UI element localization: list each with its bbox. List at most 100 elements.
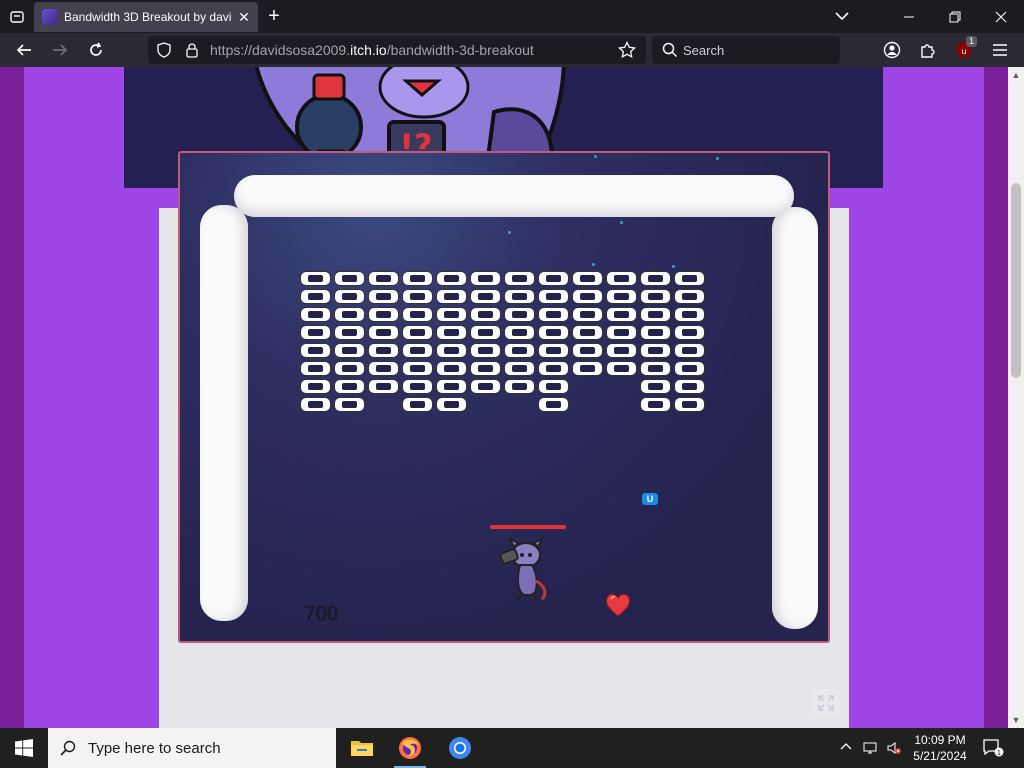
top-wall [234, 175, 794, 217]
fullscreen-expand-icon[interactable] [812, 689, 840, 717]
brick [368, 307, 399, 322]
brick [470, 289, 501, 304]
brick [674, 325, 705, 340]
account-icon[interactable] [880, 38, 904, 62]
search-icon [662, 42, 678, 58]
brick [436, 271, 467, 286]
list-all-tabs-icon[interactable] [6, 6, 28, 28]
background-star [716, 157, 719, 160]
url-text: https://davidsosa2009.itch.io/bandwidth-… [210, 42, 534, 58]
brick [640, 361, 671, 376]
page-scrollbar[interactable]: ▲ ▼ [1008, 67, 1024, 728]
tab-active[interactable]: Bandwidth 3D Breakout by david ✕ [34, 2, 258, 32]
brick [334, 397, 365, 412]
brick [504, 361, 535, 376]
brick [674, 397, 705, 412]
lock-icon[interactable] [184, 42, 200, 58]
show-hidden-icons-chevron-icon[interactable] [838, 740, 854, 756]
game-canvas[interactable]: U 700 [178, 151, 830, 643]
brick [538, 379, 569, 394]
brick [470, 325, 501, 340]
brick [640, 271, 671, 286]
brick [300, 361, 331, 376]
brick [504, 343, 535, 358]
right-wall [772, 207, 818, 629]
brick [470, 343, 501, 358]
extensions-puzzle-icon[interactable] [916, 38, 940, 62]
brick [368, 271, 399, 286]
brick [402, 397, 433, 412]
left-wall [200, 205, 248, 621]
brick [572, 343, 603, 358]
search-bar[interactable]: Search [652, 36, 840, 64]
brick [572, 289, 603, 304]
brick [436, 379, 467, 394]
brick [640, 307, 671, 322]
brick [334, 343, 365, 358]
chevron-down-icon[interactable] [832, 6, 852, 26]
scrollbar-thumb[interactable] [1011, 183, 1021, 378]
volume-muted-icon[interactable] [886, 740, 902, 756]
bookmark-star-icon[interactable] [618, 40, 636, 59]
windows-start-icon[interactable] [0, 728, 48, 768]
brick [504, 325, 535, 340]
brick [300, 307, 331, 322]
file-explorer-icon[interactable] [338, 728, 386, 768]
brick [300, 289, 331, 304]
system-clock[interactable]: 10:09 PM 5/21/2024 [906, 732, 974, 764]
brick [368, 361, 399, 376]
minimize-icon[interactable] [886, 0, 932, 33]
brick [334, 271, 365, 286]
brick [368, 379, 399, 394]
brick [334, 325, 365, 340]
firefox-taskbar-icon[interactable] [386, 728, 434, 768]
close-tab-icon[interactable]: ✕ [236, 9, 252, 26]
brick [538, 325, 569, 340]
brick [300, 343, 331, 358]
tracking-protection-shield-icon[interactable] [156, 42, 172, 58]
svg-text:1: 1 [997, 749, 1001, 757]
reload-icon[interactable] [84, 38, 108, 62]
new-tab-icon[interactable]: + [262, 4, 286, 28]
close-window-icon[interactable] [978, 0, 1024, 33]
brick [436, 325, 467, 340]
hamburger-menu-icon[interactable] [988, 38, 1012, 62]
forward-arrow-icon[interactable] [48, 38, 72, 62]
brick [504, 271, 535, 286]
brick [334, 379, 365, 394]
scroll-up-arrow-icon[interactable]: ▲ [1008, 67, 1024, 83]
brick [504, 307, 535, 322]
brick [674, 307, 705, 322]
restore-icon[interactable] [932, 0, 978, 33]
ublock-origin-icon[interactable]: u 1 [952, 36, 978, 62]
brick [504, 289, 535, 304]
url-prefix: https://davidsosa2009. [210, 42, 351, 58]
brick [402, 361, 433, 376]
url-domain: itch.io [350, 42, 387, 58]
brick [436, 289, 467, 304]
heart-life-icon [605, 593, 631, 617]
brick [470, 307, 501, 322]
brick [538, 289, 569, 304]
background-star [672, 265, 675, 268]
brick [504, 379, 535, 394]
brick [470, 271, 501, 286]
taskbar-search-box[interactable]: Type here to search [48, 728, 336, 768]
network-icon[interactable] [862, 740, 878, 756]
score-display: 700 [304, 601, 339, 626]
brick [402, 343, 433, 358]
brick [402, 379, 433, 394]
brick [640, 325, 671, 340]
chrome-taskbar-icon[interactable] [436, 728, 484, 768]
notification-center-icon[interactable]: 1 [982, 738, 1004, 758]
scroll-down-arrow-icon[interactable]: ▼ [1008, 712, 1024, 728]
brick [572, 361, 603, 376]
tab-bar: Bandwidth 3D Breakout by david ✕ + [0, 0, 1024, 33]
url-bar[interactable]: https://davidsosa2009.itch.io/bandwidth-… [148, 36, 646, 64]
game-playfield[interactable]: U 700 [180, 153, 828, 641]
windows-taskbar: Type here to search 10:09 PM 5/21/2024 1 [0, 728, 1024, 768]
brick [640, 379, 671, 394]
brick [402, 307, 433, 322]
back-arrow-icon[interactable] [12, 38, 36, 62]
brick [368, 289, 399, 304]
